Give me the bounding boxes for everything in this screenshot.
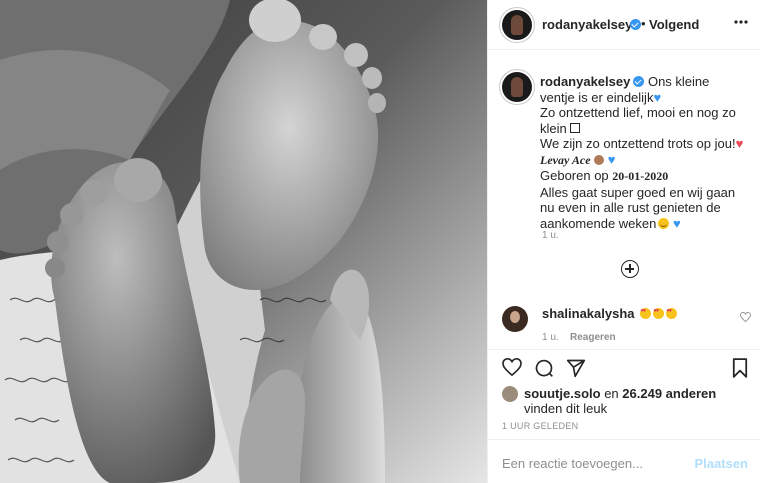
caption-line-5: Alles gaat super goed en wij gaan nu eve… [540,184,736,231]
comment-row: shalinakalysha [542,306,678,321]
comment-username[interactable]: shalinakalysha [542,306,635,321]
liker-avatar[interactable] [502,386,518,402]
follow-status-button[interactable]: Volgend [649,17,699,32]
red-heart-icon: ♥ [735,136,744,151]
likes-joiner: en [604,386,619,401]
post-sidebar: rodanyakelsey • Volgend rodanyakelsey On… [487,0,760,483]
smile-emoji-icon [658,217,670,229]
heart-eyes-emoji-icon [666,308,678,319]
caption-avatar[interactable] [502,72,532,102]
post-header: rodanyakelsey • Volgend [488,0,760,50]
load-more-comments-icon[interactable] [621,260,639,278]
post-caption: rodanyakelsey Ons kleine ventje is er ei… [540,74,745,231]
likes-suffix: vinden dit leuk [524,401,608,416]
likes-count[interactable]: 26.249 anderen [622,386,716,401]
reply-button[interactable]: Reageren [570,332,616,343]
blue-heart-icon: ♥ [672,215,681,231]
separator-dot: • [641,16,646,31]
baby-feet-photo [0,0,487,483]
post-timestamp[interactable]: 1 UUR GELEDEN [502,421,578,431]
blue-heart-icon: ♥ [607,151,616,167]
heart-eyes-emoji-icon [640,308,652,319]
post-comment-button[interactable]: Plaatsen [695,456,748,471]
likes-summary: souutje.solo en 26.249 anderen vinden di… [524,386,754,416]
verified-badge-icon [630,19,641,30]
blue-heart-icon: ♥ [653,89,662,105]
like-heart-icon[interactable] [502,358,522,376]
bookmark-icon[interactable] [732,358,748,378]
share-paper-plane-icon[interactable] [566,358,586,378]
comment-bubble-icon[interactable] [534,358,554,378]
comment-bar: Een reactie toevoegen... Plaatsen [488,439,760,483]
comment-time[interactable]: 1 u. [542,332,559,343]
post-photo[interactable] [0,0,487,483]
caption-time[interactable]: 1 u. [542,230,559,241]
born-date: 20-01-2020 [612,169,669,183]
more-horizontal-icon[interactable] [734,20,748,24]
baby-emoji-icon [594,154,605,165]
header-username[interactable]: rodanyakelsey [542,17,632,32]
heart-eyes-emoji-icon [653,308,665,319]
born-prefix: Geboren op [540,168,609,183]
caption-line-2: Zo ontzettend lief, mooi en nog zo klein [540,105,736,136]
verified-badge-icon [633,76,645,87]
avatar[interactable] [502,10,532,40]
comment-like-heart-icon[interactable] [740,312,751,322]
comment-input[interactable]: Een reactie toevoegen... [502,456,643,471]
instagram-post: rodanyakelsey • Volgend rodanyakelsey On… [0,0,760,483]
commenter-avatar[interactable] [502,306,528,332]
box-glyph-icon [570,122,581,133]
caption-line-3: We zijn zo ontzettend trots op jou!♥ [540,136,744,151]
baby-name: Levay Ace [540,152,591,167]
actions-divider [488,349,760,351]
liker-username[interactable]: souutje.solo [524,386,601,401]
caption-username[interactable]: rodanyakelsey [540,74,630,89]
